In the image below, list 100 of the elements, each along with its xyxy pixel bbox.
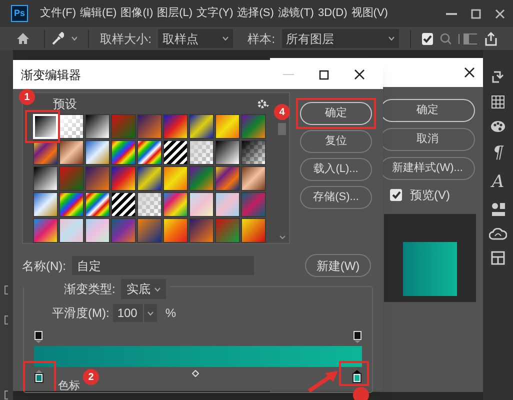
gradient-swatch[interactable]	[241, 166, 266, 191]
maximize-icon[interactable]	[471, 8, 481, 19]
sample-size-dropdown[interactable]: 取样点	[158, 29, 233, 48]
menu-item[interactable]: 文字(Y)	[196, 5, 234, 22]
eyedropper-icon[interactable]	[51, 32, 64, 46]
step-badge: 2	[83, 369, 99, 385]
sampling-ring-checkbox[interactable]	[422, 32, 433, 45]
gradient-swatch[interactable]	[85, 192, 110, 217]
grid-icon[interactable]	[491, 95, 505, 109]
presets-label: 预设	[53, 96, 77, 112]
gradient-swatch[interactable]	[137, 192, 162, 217]
maximize-icon[interactable]	[319, 70, 329, 80]
gradient-swatch[interactable]	[137, 140, 162, 165]
gradient-swatch[interactable]	[59, 192, 84, 217]
gradient-swatch[interactable]	[163, 114, 188, 139]
menu-item[interactable]: 3D(D)	[318, 5, 348, 22]
palette-icon[interactable]	[490, 120, 506, 133]
gradient-swatch[interactable]	[241, 140, 266, 165]
sample-label: 样本:	[248, 30, 276, 48]
gradient-swatch[interactable]	[59, 114, 84, 139]
home-icon[interactable]	[16, 32, 29, 46]
gradient-swatch[interactable]	[215, 218, 240, 243]
gradient-swatch[interactable]	[163, 218, 188, 243]
preview-label: 预览(V)	[410, 187, 450, 204]
scroll-down-icon[interactable]	[278, 235, 286, 239]
menu-item[interactable]: 编辑(E)	[80, 5, 117, 22]
gradient-swatch[interactable]	[85, 166, 110, 191]
caret-icon	[154, 286, 162, 292]
step-badge	[353, 387, 369, 400]
share-icon[interactable]	[484, 32, 497, 46]
gradient-swatch[interactable]	[189, 166, 214, 191]
gradient-swatch[interactable]	[137, 218, 162, 243]
color-stop-icon[interactable]	[352, 370, 362, 383]
gradient-swatch[interactable]	[137, 166, 162, 191]
gradient-type-label: 渐变类型:	[64, 281, 116, 298]
gradient-swatch[interactable]	[189, 218, 214, 243]
dialog-button[interactable]: 确定	[300, 102, 372, 125]
sample-dropdown[interactable]: 所有图层	[282, 29, 400, 48]
gradient-swatch[interactable]	[189, 192, 214, 217]
gradient-swatch[interactable]	[85, 114, 110, 139]
gradient-swatch[interactable]	[33, 192, 58, 217]
gradient-swatch[interactable]	[241, 218, 266, 243]
gradient-swatch[interactable]	[33, 140, 58, 165]
gradient-swatch[interactable]	[111, 140, 136, 165]
menu-item[interactable]: 图层(L)	[157, 5, 193, 22]
gradient-swatch[interactable]	[111, 166, 136, 191]
search-icon[interactable]	[440, 32, 451, 45]
gradient-swatch[interactable]	[111, 218, 136, 243]
panel-glyph-icon[interactable]: ¶	[492, 144, 504, 162]
gradient-swatch[interactable]	[241, 192, 266, 217]
dialog-button[interactable]: 复位	[300, 130, 372, 153]
color-stop-icon[interactable]	[34, 370, 44, 383]
gradient-swatch[interactable]	[33, 218, 58, 243]
gradient-swatch[interactable]	[163, 192, 188, 217]
gradient-swatch[interactable]	[215, 166, 240, 191]
gradient-swatch[interactable]	[215, 114, 240, 139]
gradient-swatch[interactable]	[111, 192, 136, 217]
minimize-icon[interactable]	[446, 12, 457, 15]
new-button[interactable]: 新建(W)	[305, 254, 371, 277]
gradient-swatch[interactable]	[241, 114, 266, 139]
caret-icon[interactable]	[70, 36, 78, 42]
menu-item[interactable]: 文件(F)	[40, 5, 76, 22]
gradient-swatch[interactable]	[163, 140, 188, 165]
scrollbar-thumb[interactable]	[278, 123, 286, 135]
gradient-swatch[interactable]	[59, 166, 84, 191]
midpoint-icon[interactable]	[192, 370, 199, 377]
gradient-swatch[interactable]	[59, 140, 84, 165]
panel-toggle-icon[interactable]	[458, 32, 478, 45]
close-icon[interactable]	[495, 8, 505, 19]
gradient-swatch[interactable]	[189, 114, 214, 139]
settings-icon[interactable]	[257, 98, 269, 108]
smoothness-field[interactable]: 100	[113, 304, 158, 322]
gradient-swatch[interactable]	[215, 140, 240, 165]
panel-glyph-icon[interactable]: A	[492, 173, 504, 191]
gradient-swatch[interactable]	[189, 140, 214, 165]
library-icon[interactable]	[490, 202, 506, 217]
gradient-type-dropdown[interactable]: 实底	[121, 279, 166, 299]
gradient-swatch[interactable]	[33, 166, 58, 191]
cloud-icon[interactable]	[489, 228, 507, 240]
close-icon[interactable]	[354, 69, 365, 80]
dialog-button[interactable]: 载入(L)...	[300, 158, 372, 181]
gradient-swatch[interactable]	[85, 140, 110, 165]
gradient-swatch[interactable]	[85, 218, 110, 243]
gradient-swatch[interactable]	[215, 192, 240, 217]
opacity-stop-icon[interactable]	[353, 331, 362, 343]
layout-icon[interactable]	[491, 251, 505, 265]
menu-item[interactable]: 视图(V)	[351, 5, 388, 22]
dialog-button[interactable]: 存储(S)...	[300, 186, 372, 209]
gradient-swatch[interactable]	[137, 114, 162, 139]
gradient-swatch[interactable]	[163, 166, 188, 191]
opacity-stop-icon[interactable]	[34, 331, 43, 343]
gradient-swatch[interactable]	[59, 218, 84, 243]
rotate-icon[interactable]	[491, 70, 505, 84]
menu-item[interactable]: 滤镜(T)	[278, 5, 314, 22]
close-icon[interactable]	[464, 67, 475, 78]
menu-item[interactable]: 图像(I)	[120, 5, 154, 22]
name-field[interactable]: 自定	[72, 256, 254, 275]
gradient-swatch[interactable]	[111, 114, 136, 139]
menu-item[interactable]: 选择(S)	[237, 5, 274, 22]
preview-checkbox[interactable]	[390, 189, 402, 201]
